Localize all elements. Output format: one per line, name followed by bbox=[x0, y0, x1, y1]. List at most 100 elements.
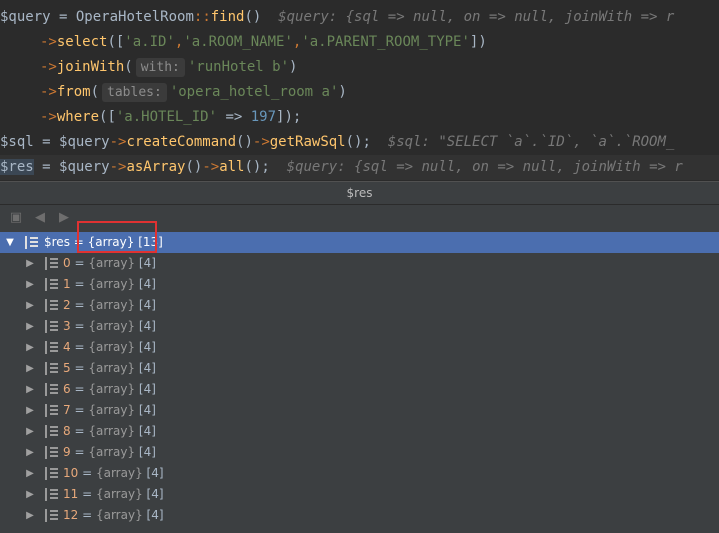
array-index: 10 bbox=[63, 466, 79, 480]
string-literal: 'a.ID' bbox=[124, 34, 175, 50]
value-count: [4] bbox=[138, 256, 156, 270]
value-count: [4] bbox=[138, 277, 156, 291]
value-type: {array} bbox=[88, 319, 136, 333]
variable-tree[interactable]: ▼ $res = {array} [13] ▶ 0 = {array} [4] ▶ 1… bbox=[0, 232, 719, 526]
inline-debug-hint: $query: {sql => null, on => null, joinWi… bbox=[269, 159, 683, 175]
double-arrow-op: => bbox=[217, 109, 251, 125]
expand-arrow-icon[interactable]: ▶ bbox=[24, 463, 36, 484]
tree-row[interactable]: ▶ 4 = {array} [4] bbox=[0, 337, 719, 358]
back-icon[interactable]: ◀ bbox=[32, 211, 48, 225]
string-literal: 'a.HOTEL_ID' bbox=[115, 109, 218, 125]
array-index: 3 bbox=[63, 319, 71, 333]
string-literal: 'a.ROOM_NAME' bbox=[183, 34, 293, 50]
row-label: 8 = {array} [4] bbox=[63, 421, 156, 442]
arrow-op: -> bbox=[40, 84, 57, 100]
value-count: [4] bbox=[138, 403, 156, 417]
expand-arrow-icon[interactable]: ▶ bbox=[24, 379, 36, 400]
expand-arrow-icon[interactable]: ▶ bbox=[24, 295, 36, 316]
close-bracket: ]) bbox=[469, 34, 487, 50]
array-index: 2 bbox=[63, 298, 71, 312]
expand-arrow-icon[interactable]: ▶ bbox=[24, 421, 36, 442]
tree-row[interactable]: ▶ 8 = {array} [4] bbox=[0, 421, 719, 442]
equals: = bbox=[70, 340, 89, 354]
highlight-box bbox=[77, 221, 157, 253]
tree-row[interactable]: ▶ 11 = {array} [4] bbox=[0, 484, 719, 505]
expand-arrow-icon[interactable]: ▶ bbox=[24, 358, 36, 379]
expand-arrow-icon[interactable]: ▶ bbox=[24, 400, 36, 421]
array-icon bbox=[45, 446, 58, 459]
restore-icon[interactable]: ▣ bbox=[8, 211, 24, 225]
parens: () bbox=[236, 134, 253, 150]
expand-arrow-icon[interactable]: ▶ bbox=[24, 316, 36, 337]
expand-arrow-icon[interactable]: ▶ bbox=[24, 505, 36, 526]
method-find: find bbox=[210, 9, 245, 25]
value-count: [4] bbox=[138, 424, 156, 438]
open-paren: ( bbox=[90, 84, 100, 100]
scope-op: :: bbox=[193, 9, 211, 25]
tree-row[interactable]: ▶ 1 = {array} [4] bbox=[0, 274, 719, 295]
tree-row[interactable]: ▶ 10 = {array} [4] bbox=[0, 463, 719, 484]
row-label: 1 = {array} [4] bbox=[63, 274, 156, 295]
expand-arrow-icon[interactable]: ▶ bbox=[24, 484, 36, 505]
array-icon bbox=[45, 509, 58, 522]
code-line-2: ->select(['a.ID','a.ROOM_NAME','a.PARENT… bbox=[0, 30, 719, 55]
equals: = bbox=[70, 382, 89, 396]
row-label: 11 = {array} [4] bbox=[63, 484, 164, 505]
array-index: 8 bbox=[63, 424, 71, 438]
equals: = bbox=[70, 319, 89, 333]
equals: = bbox=[70, 298, 89, 312]
array-icon bbox=[45, 488, 58, 501]
expand-arrow-icon[interactable]: ▶ bbox=[24, 337, 36, 358]
value-type: {array} bbox=[88, 298, 136, 312]
value-type: {array} bbox=[95, 487, 143, 501]
param-hint: with: bbox=[135, 58, 185, 77]
method-from: from bbox=[56, 84, 91, 100]
value-count: [4] bbox=[146, 508, 164, 522]
parens: () bbox=[244, 9, 262, 25]
forward-icon[interactable]: ▶ bbox=[56, 211, 72, 225]
popup-title: $res bbox=[0, 182, 719, 205]
arrow-op: -> bbox=[40, 34, 57, 50]
array-icon bbox=[45, 341, 58, 354]
code-line-5: ->where(['a.HOTEL_ID' => 197]); bbox=[0, 105, 719, 130]
close-paren: ) bbox=[289, 59, 298, 75]
code-line-7: $res = $query->asArray()->all(); $query:… bbox=[0, 155, 719, 180]
expand-arrow-icon[interactable]: ▶ bbox=[24, 253, 36, 274]
assign-op: = bbox=[33, 134, 60, 150]
tree-row[interactable]: ▶ 2 = {array} [4] bbox=[0, 295, 719, 316]
expand-arrow-icon[interactable]: ▶ bbox=[24, 274, 36, 295]
tree-row[interactable]: ▶ 12 = {array} [4] bbox=[0, 505, 719, 526]
expand-arrow-icon[interactable]: ▶ bbox=[24, 442, 36, 463]
tree-row[interactable]: ▶ 0 = {array} [4] bbox=[0, 253, 719, 274]
value-count: [4] bbox=[138, 445, 156, 459]
tree-row[interactable]: ▶ 3 = {array} [4] bbox=[0, 316, 719, 337]
method-select: select bbox=[56, 34, 108, 50]
var-res: $res bbox=[0, 159, 34, 175]
row-label: 6 = {array} [4] bbox=[63, 379, 156, 400]
arrow-op: -> bbox=[202, 159, 220, 175]
array-index: 0 bbox=[63, 256, 71, 270]
tree-row[interactable]: ▶ 7 = {array} [4] bbox=[0, 400, 719, 421]
equals: = bbox=[70, 424, 89, 438]
equals: = bbox=[70, 403, 89, 417]
var-query: $query bbox=[59, 159, 110, 175]
method-asarray: asArray bbox=[126, 159, 186, 175]
equals: = bbox=[70, 445, 89, 459]
array-icon bbox=[45, 299, 58, 312]
code-line-1: $query = OperaHotelRoom::find() $query: … bbox=[0, 5, 719, 30]
equals: = bbox=[78, 466, 96, 480]
tree-row[interactable]: ▶ 6 = {array} [4] bbox=[0, 379, 719, 400]
arrow-op: -> bbox=[40, 59, 57, 75]
row-label: 10 = {array} [4] bbox=[63, 463, 164, 484]
tree-row[interactable]: ▶ 5 = {array} [4] bbox=[0, 358, 719, 379]
code-editor[interactable]: $query = OperaHotelRoom::find() $query: … bbox=[0, 0, 719, 181]
array-index: 4 bbox=[63, 340, 71, 354]
value-type: {array} bbox=[88, 256, 136, 270]
tree-row[interactable]: ▶ 9 = {array} [4] bbox=[0, 442, 719, 463]
string-literal: 'a.PARENT_ROOM_TYPE' bbox=[301, 34, 470, 50]
var-sql: $sql bbox=[0, 134, 34, 150]
array-index: 11 bbox=[63, 487, 79, 501]
collapse-arrow-icon[interactable]: ▼ bbox=[4, 232, 16, 253]
value-type: {array} bbox=[88, 382, 136, 396]
array-index: 12 bbox=[63, 508, 79, 522]
